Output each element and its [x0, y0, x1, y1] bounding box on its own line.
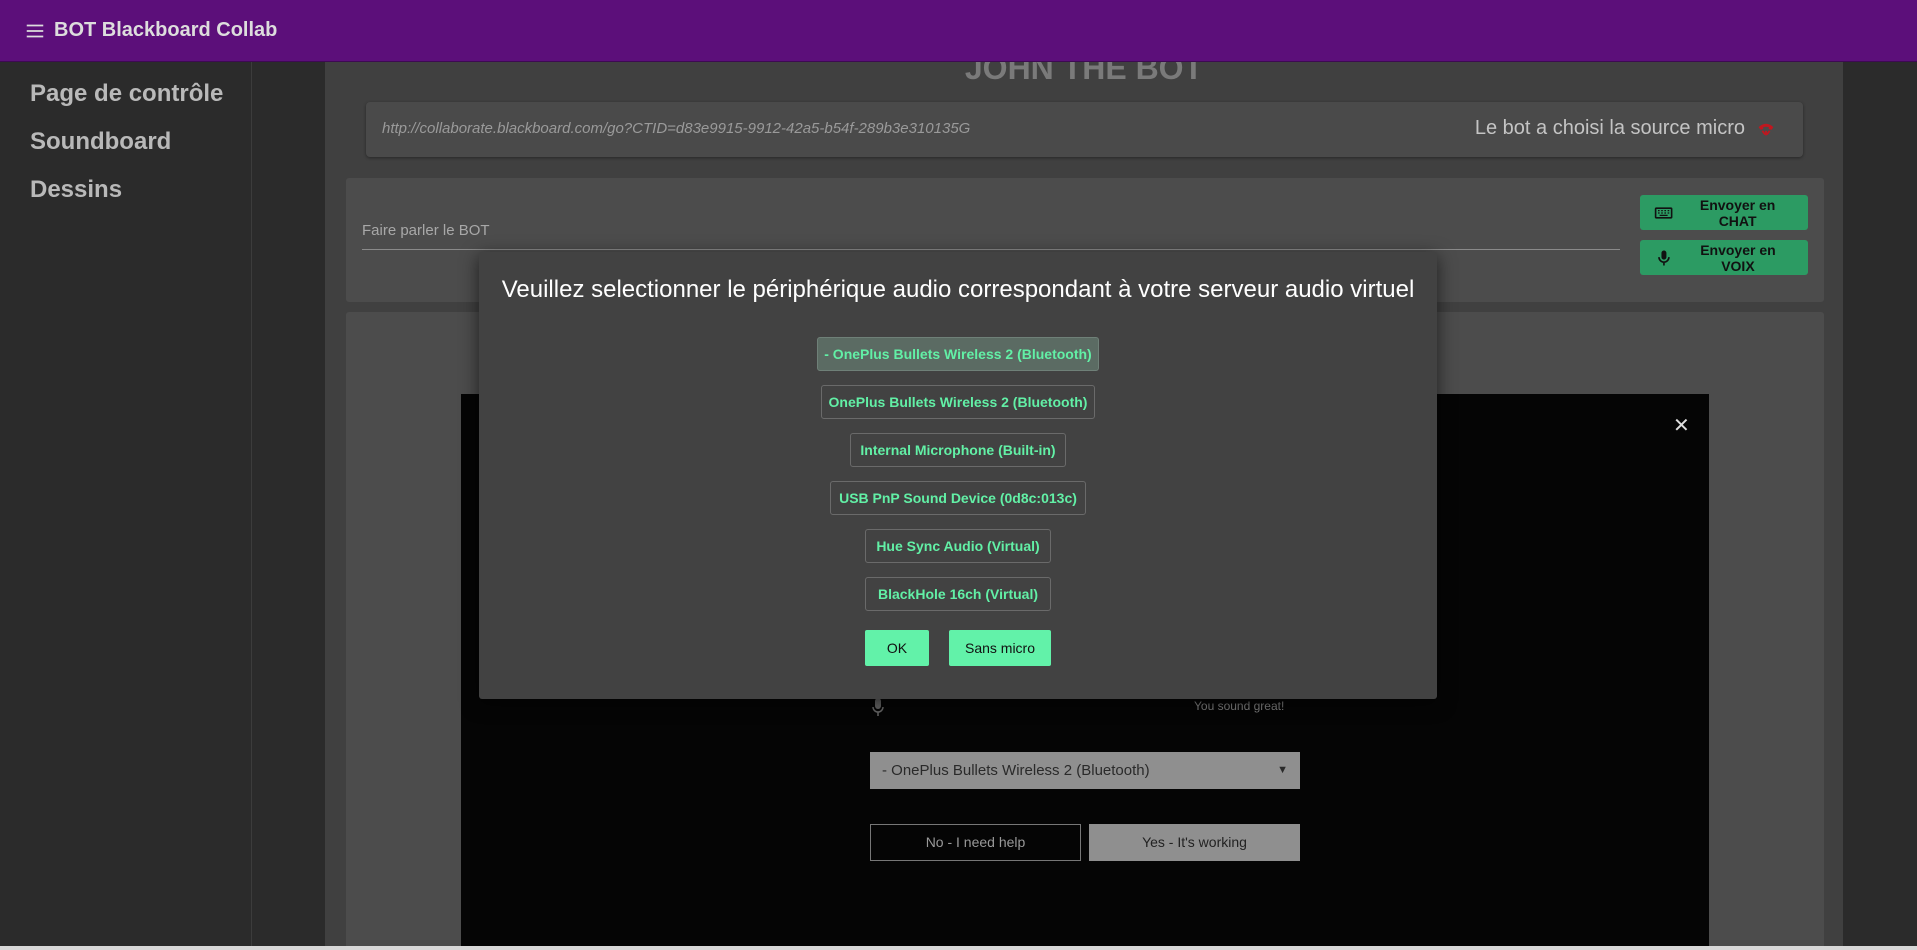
send-chat-label: Envoyer en CHAT: [1699, 196, 1776, 229]
right-margin: [1843, 62, 1917, 950]
modal-title: Veuillez selectionner le périphérique au…: [501, 276, 1415, 303]
no-mic-button[interactable]: Sans micro: [949, 630, 1051, 666]
sound-status: You sound great!: [1194, 699, 1285, 713]
app-bar: BOT Blackboard Collab: [0, 0, 1917, 62]
sidebar: Page de contrôle Soundboard Dessins: [0, 62, 252, 950]
ok-button[interactable]: OK: [865, 630, 929, 666]
sidebar-item-soundboard[interactable]: Soundboard: [0, 118, 251, 166]
device-select[interactable]: - OnePlus Bullets Wireless 2 (Bluetooth)…: [870, 752, 1300, 789]
session-url: http://collaborate.blackboard.com/go?CTI…: [382, 120, 971, 137]
send-chat-button[interactable]: Envoyer en CHAT: [1640, 195, 1808, 230]
device-option-blackhole[interactable]: BlackHole 16ch (Virtual): [865, 577, 1051, 611]
app-title: BOT Blackboard Collab: [54, 19, 278, 41]
bottom-border: [0, 946, 1917, 950]
sidebar-item-control-page[interactable]: Page de contrôle: [0, 70, 251, 118]
send-voice-label: Envoyer en VOIX: [1700, 241, 1776, 274]
talk-input[interactable]: [362, 212, 1620, 250]
phone-off-icon: [1758, 123, 1774, 136]
session-url-bar: http://collaborate.blackboard.com/go?CTI…: [366, 102, 1803, 157]
close-icon[interactable]: ✕: [1673, 413, 1690, 438]
its-working-button[interactable]: Yes - It's working: [1089, 824, 1300, 861]
audio-device-modal: Veuillez selectionner le périphérique au…: [479, 252, 1437, 699]
device-option-hue-sync[interactable]: Hue Sync Audio (Virtual): [865, 529, 1051, 563]
device-option-oneplus-2[interactable]: OnePlus Bullets Wireless 2 (Bluetooth): [821, 385, 1095, 419]
microphone-icon: [872, 698, 884, 716]
need-help-button[interactable]: No - I need help: [870, 824, 1081, 861]
device-select-value: - OnePlus Bullets Wireless 2 (Bluetooth): [882, 762, 1150, 779]
source-status: Le bot a choisi la source micro: [1474, 117, 1745, 139]
caret-down-icon: ▼: [1277, 764, 1288, 776]
sidebar-item-drawings[interactable]: Dessins: [0, 166, 251, 214]
send-voice-button[interactable]: Envoyer en VOIX: [1640, 240, 1808, 275]
microphone-icon: [1658, 250, 1670, 265]
device-option-internal-mic[interactable]: Internal Microphone (Built-in): [850, 433, 1066, 467]
device-option-oneplus-1[interactable]: - OnePlus Bullets Wireless 2 (Bluetooth): [817, 337, 1099, 371]
device-option-usb-sound[interactable]: USB PnP Sound Device (0d8c:013c): [830, 481, 1086, 515]
keyboard-icon: [1654, 206, 1673, 219]
